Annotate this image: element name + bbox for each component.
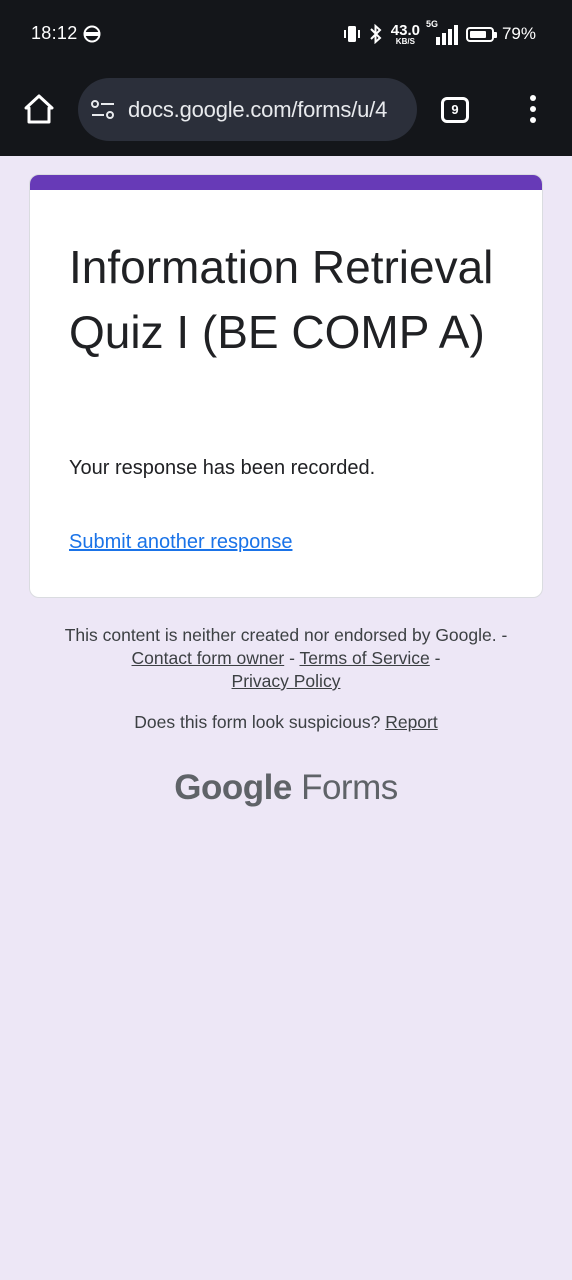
- battery-percent: 79%: [501, 24, 536, 43]
- google-forms-logo[interactable]: Google Forms: [0, 768, 572, 808]
- signal-icon: 5G: [426, 19, 458, 45]
- status-icons: 43.0 KB/S 5G 79%: [343, 19, 536, 48]
- network-speed: 43.0 KB/S: [390, 21, 420, 46]
- confirmation-message: Your response has been recorded.: [69, 457, 376, 479]
- brand-google: Google: [174, 768, 292, 807]
- battery-icon: [465, 26, 497, 42]
- url-text[interactable]: docs.google.com/forms/u/4: [128, 97, 387, 123]
- card-accent-bar: [30, 175, 542, 190]
- terms-link[interactable]: Terms of Service: [299, 648, 429, 668]
- brand-forms: Forms: [301, 768, 398, 807]
- status-bar: 18:12 43.0 KB/S 5G 79%: [0, 0, 572, 68]
- home-icon[interactable]: [22, 92, 56, 126]
- address-bar[interactable]: docs.google.com/forms/u/4: [78, 78, 417, 141]
- contact-owner-link[interactable]: Contact form owner: [132, 648, 285, 668]
- site-settings-icon[interactable]: [90, 98, 116, 122]
- vpn-icon: [83, 25, 101, 43]
- response-card: Information Retrieval Quiz I (BE COMP A)…: [29, 174, 543, 598]
- status-time: 18:12: [31, 23, 78, 43]
- submit-another-link[interactable]: Submit another response: [69, 531, 292, 554]
- footer-disclaimer: This content is neither created nor endo…: [64, 625, 508, 691]
- menu-icon[interactable]: [523, 95, 543, 127]
- privacy-link[interactable]: Privacy Policy: [232, 671, 341, 691]
- browser-toolbar: docs.google.com/forms/u/4 9: [0, 68, 572, 156]
- tab-count: 9: [451, 102, 459, 117]
- tabs-icon[interactable]: 9: [441, 97, 469, 123]
- form-title: Information Retrieval Quiz I (BE COMP A): [69, 241, 494, 358]
- vibrate-icon: [343, 26, 360, 42]
- bluetooth-icon: [370, 24, 382, 44]
- report-link[interactable]: Report: [385, 712, 438, 732]
- suspicious-notice: Does this form look suspicious? Report: [134, 712, 438, 732]
